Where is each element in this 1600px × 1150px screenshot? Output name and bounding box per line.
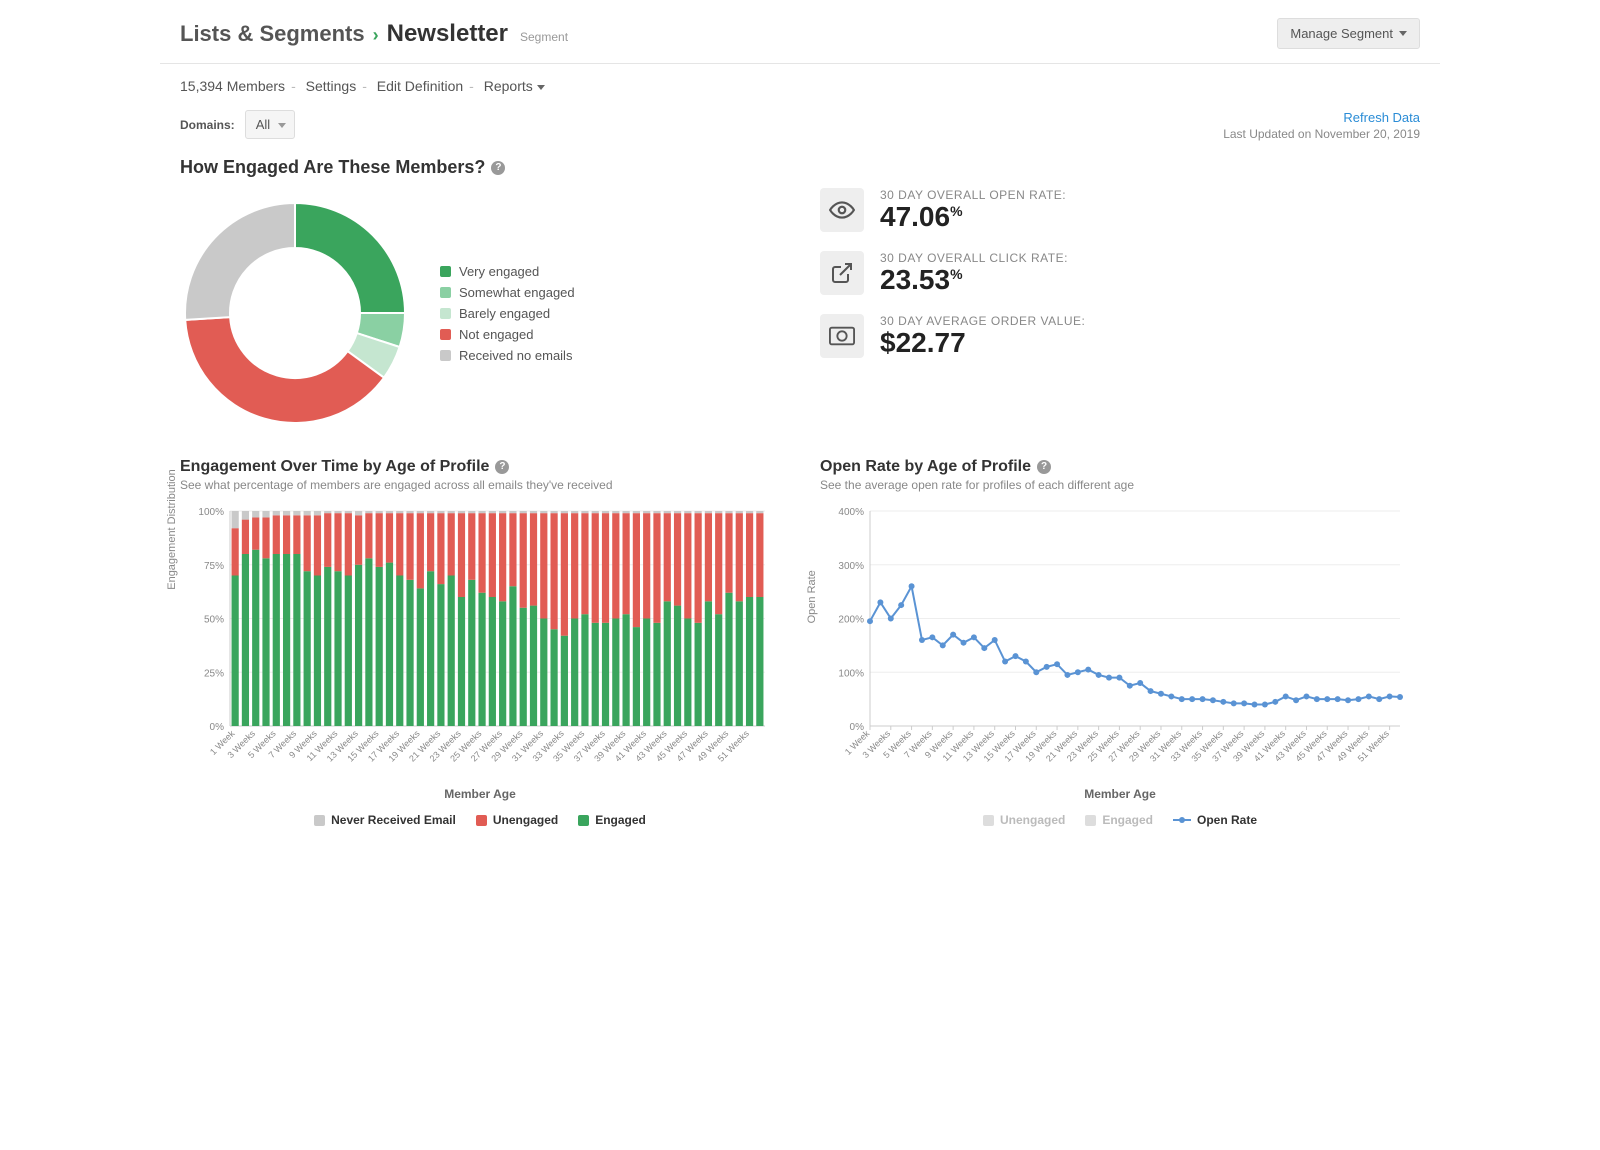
engagement-bar-chart: 0%25%50%75%100%1 Week3 Weeks5 Weeks7 Wee… xyxy=(180,506,770,776)
chevron-down-icon xyxy=(537,85,545,90)
manage-segment-button[interactable]: Manage Segment xyxy=(1277,18,1420,49)
chart-right-title: Open Rate by Age of Profile xyxy=(820,458,1031,476)
svg-text:0%: 0% xyxy=(210,722,225,733)
chart-right-ylabel: Open Rate xyxy=(806,570,818,623)
breadcrumb-tag: Segment xyxy=(520,30,568,48)
subnav: 15,394 Members- Settings- Edit Definitio… xyxy=(160,64,1440,102)
eye-icon xyxy=(820,188,864,232)
subnav-settings[interactable]: Settings xyxy=(306,78,357,94)
svg-text:25%: 25% xyxy=(204,668,224,679)
swatch-barely xyxy=(440,308,451,319)
swatch-very xyxy=(440,266,451,277)
subnav-edit[interactable]: Edit Definition xyxy=(377,78,463,94)
breadcrumb-current: Newsletter xyxy=(387,20,508,48)
stat-order-label: 30 DAY AVERAGE ORDER VALUE: xyxy=(880,314,1085,328)
swatch-none xyxy=(440,350,451,361)
donut-legend: Very engaged Somewhat engaged Barely eng… xyxy=(440,258,575,369)
open-rate-line-chart: 0%100%200%300%400%1 Week3 Weeks5 Weeks7 … xyxy=(820,506,1410,776)
svg-text:400%: 400% xyxy=(838,507,864,518)
breadcrumb-root[interactable]: Lists & Segments xyxy=(180,21,365,47)
subnav-members[interactable]: 15,394 Members xyxy=(180,78,285,94)
chevron-down-icon xyxy=(1399,31,1407,36)
domains-select[interactable]: All xyxy=(245,110,295,139)
refresh-data-link[interactable]: Refresh Data xyxy=(1223,110,1420,125)
svg-text:100%: 100% xyxy=(198,507,224,518)
stat-open-value: 47.06% xyxy=(880,202,1066,233)
chart-left-xlabel: Member Age xyxy=(180,787,780,801)
swatch-somewhat xyxy=(440,287,451,298)
last-updated: Last Updated on November 20, 2019 xyxy=(1223,127,1420,141)
chart-left-ylabel: Engagement Distribution xyxy=(166,469,178,589)
subnav-reports[interactable]: Reports xyxy=(484,78,545,94)
swatch-not xyxy=(440,329,451,340)
svg-text:300%: 300% xyxy=(838,561,864,572)
svg-text:200%: 200% xyxy=(838,615,864,626)
breadcrumb: Lists & Segments › Newsletter Segment xyxy=(180,20,568,48)
stat-order-value: $22.77 xyxy=(880,328,1085,359)
engagement-title: How Engaged Are These Members? xyxy=(180,157,485,178)
help-icon[interactable]: ? xyxy=(491,161,505,175)
money-icon xyxy=(820,314,864,358)
chevron-right-icon: › xyxy=(373,25,379,46)
help-icon[interactable]: ? xyxy=(1037,460,1051,474)
chart-left-sub: See what percentage of members are engag… xyxy=(180,478,780,492)
svg-text:100%: 100% xyxy=(838,668,864,679)
help-icon[interactable]: ? xyxy=(495,460,509,474)
stat-click-label: 30 DAY OVERALL CLICK RATE: xyxy=(880,251,1068,265)
domains-label: Domains: xyxy=(180,118,235,132)
svg-text:50%: 50% xyxy=(204,615,224,626)
chart-right-sub: See the average open rate for profiles o… xyxy=(820,478,1420,492)
stat-click-value: 23.53% xyxy=(880,265,1068,296)
engagement-donut-chart xyxy=(180,198,410,428)
svg-text:75%: 75% xyxy=(204,561,224,572)
chart-left-title: Engagement Over Time by Age of Profile xyxy=(180,458,489,476)
external-link-icon xyxy=(820,251,864,295)
chart-right-xlabel: Member Age xyxy=(820,787,1420,801)
chevron-down-icon xyxy=(278,123,286,128)
stat-open-label: 30 DAY OVERALL OPEN RATE: xyxy=(880,188,1066,202)
